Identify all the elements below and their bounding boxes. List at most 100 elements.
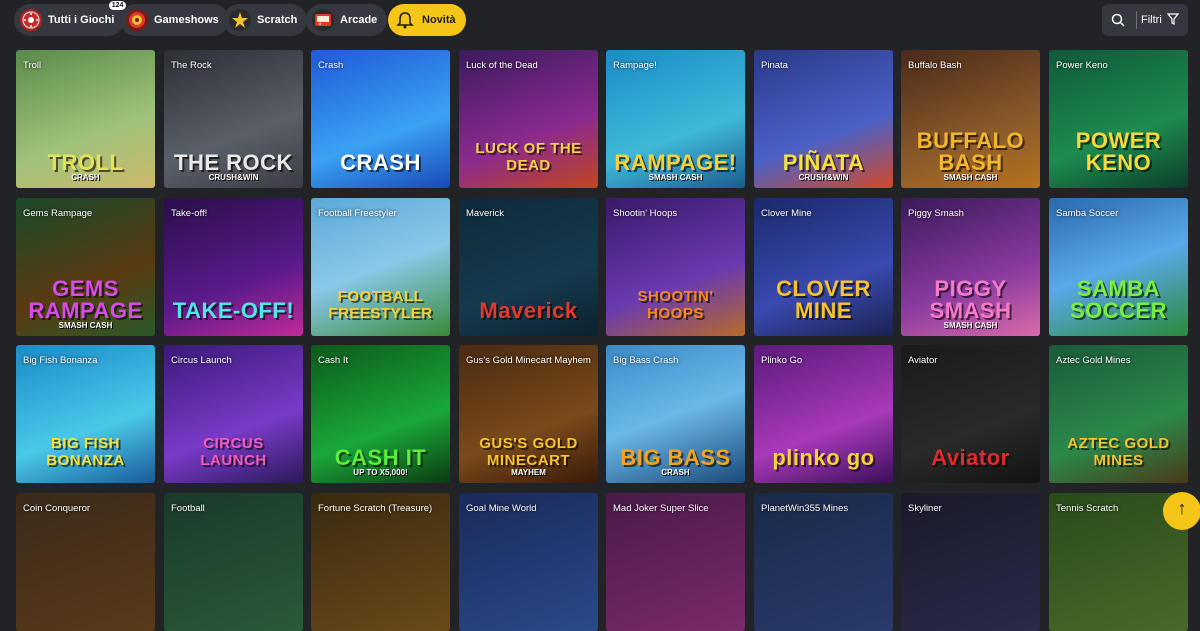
game-logo-subtitle: CRUSH&WIN	[208, 173, 259, 182]
game-title: Goal Mine World	[466, 503, 537, 514]
game-title: Troll	[23, 60, 42, 71]
game-title: Big Fish Bonanza	[23, 355, 98, 366]
game-tile[interactable]: Aviator Aviator	[901, 345, 1040, 483]
game-title: Skyliner	[908, 503, 942, 514]
game-tile[interactable]: Skyliner	[901, 493, 1040, 631]
game-logo-subtitle: SMASH CASH	[943, 321, 998, 330]
game-tile[interactable]: Samba Soccer SAMBA SOCCER	[1049, 198, 1188, 336]
game-tile[interactable]: Gus's Gold Minecart Mayhem GUS'S GOLD MIN…	[459, 345, 598, 483]
game-logo: BUFFALO BASH	[916, 128, 1025, 175]
category-label: Tutti i Giochi	[48, 14, 115, 26]
game-tile[interactable]: Take-off! TAKE-OFF!	[164, 198, 303, 336]
game-title: Gus's Gold Minecart Mayhem	[466, 355, 591, 366]
game-title: Football Freestyler	[318, 208, 397, 219]
game-title: Mad Joker Super Slice	[613, 503, 709, 514]
game-title: Samba Soccer	[1056, 208, 1119, 219]
game-logo: THE ROCK	[174, 150, 293, 175]
game-title: Coin Conqueror	[23, 503, 91, 514]
game-tile[interactable]: Mad Joker Super Slice	[606, 493, 745, 631]
divider	[1136, 11, 1137, 29]
game-logo: BIG BASS	[620, 445, 731, 470]
category-arcade[interactable]: Arcade	[306, 4, 388, 36]
game-title: Power Keno	[1056, 60, 1108, 71]
game-tile[interactable]: Football	[164, 493, 303, 631]
game-tile[interactable]: Maverick Maverick	[459, 198, 598, 336]
game-tile[interactable]: Buffalo Bash BUFFALO BASH SMASH CASH	[901, 50, 1040, 188]
game-logo: PIGGY SMASH	[929, 276, 1012, 323]
arcade-icon	[312, 9, 334, 31]
category-gameshows[interactable]: Gameshows	[120, 4, 229, 36]
game-title: Plinko Go	[761, 355, 803, 366]
game-tile[interactable]: Troll TROLL CRASH	[16, 50, 155, 188]
game-tile[interactable]: Clover Mine CLOVER MINE	[754, 198, 893, 336]
game-logo-subtitle: SMASH CASH	[648, 173, 703, 182]
game-tile[interactable]: Football Freestyler FOOTBALL FREESTYLER	[311, 198, 450, 336]
game-tile[interactable]: Big Fish Bonanza BIG FISH BONANZA	[16, 345, 155, 483]
star-icon	[229, 9, 251, 31]
category-new[interactable]: Novità	[388, 4, 466, 36]
game-logo-subtitle: MAYHEM	[511, 468, 546, 477]
category-bar: Tutti i Giochi 124 Gameshows Scratch Arc…	[0, 0, 1200, 40]
scroll-to-top-button[interactable]: ↑	[1163, 492, 1200, 530]
game-logo: Maverick	[479, 298, 578, 323]
game-tile[interactable]: Cash It CASH IT UP TO X5,000!	[311, 345, 450, 483]
game-title: Football	[171, 503, 205, 514]
filters-button[interactable]: Filtri	[1141, 14, 1162, 26]
game-logo: Aviator	[931, 445, 1010, 470]
game-logo: SAMBA SOCCER	[1069, 276, 1168, 323]
game-tile[interactable]: Crash CRASH	[311, 50, 450, 188]
game-logo: plinko go	[772, 445, 875, 470]
game-tile[interactable]: Power Keno POWER KENO	[1049, 50, 1188, 188]
game-logo: GUS'S GOLD MINECART	[479, 435, 578, 469]
game-logo: TROLL	[47, 150, 124, 175]
game-logo: CLOVER MINE	[776, 276, 871, 323]
game-tile[interactable]: Aztec Gold Mines AZTEC GOLD MINES	[1049, 345, 1188, 483]
game-logo-subtitle: CRUSH&WIN	[798, 173, 849, 182]
game-tile[interactable]: Plinko Go plinko go	[754, 345, 893, 483]
filter-bar: Filtri	[1102, 4, 1188, 36]
funnel-icon[interactable]	[1166, 12, 1180, 28]
game-logo: CRASH	[340, 150, 421, 175]
game-tile[interactable]: Coin Conqueror	[16, 493, 155, 631]
category-label: Novità	[422, 14, 456, 26]
game-title: Cash It	[318, 355, 349, 366]
game-tile[interactable]: Big Bass Crash BIG BASS CRASH	[606, 345, 745, 483]
game-title: Buffalo Bash	[908, 60, 962, 71]
game-logo-subtitle: UP TO X5,000!	[353, 468, 408, 477]
arrow-up-icon: ↑	[1177, 498, 1187, 518]
category-all-games[interactable]: Tutti i Giochi 124	[14, 1, 127, 36]
game-logo: BIG FISH BONANZA	[46, 435, 125, 469]
game-title: Clover Mine	[761, 208, 812, 219]
category-label: Arcade	[340, 14, 378, 26]
game-title: The Rock	[171, 60, 212, 71]
category-scratch[interactable]: Scratch	[223, 4, 308, 36]
game-logo-subtitle: SMASH CASH	[943, 173, 998, 182]
game-title: Aztec Gold Mines	[1056, 355, 1131, 366]
game-tile[interactable]: Goal Mine World	[459, 493, 598, 631]
game-tile[interactable]: Pinata PIÑATA CRUSH&WIN	[754, 50, 893, 188]
game-tile[interactable]: The Rock THE ROCK CRUSH&WIN	[164, 50, 303, 188]
game-tile[interactable]: Fortune Scratch (Treasure)	[311, 493, 450, 631]
game-logo: LUCK OF THE DEAD	[475, 140, 582, 174]
game-logo: SHOOTIN' HOOPS	[637, 288, 714, 322]
game-tile[interactable]: PlanetWin355 Mines	[754, 493, 893, 631]
search-icon[interactable]	[1102, 4, 1134, 36]
game-title: Rampage!	[613, 60, 657, 71]
game-tile[interactable]: Piggy Smash PIGGY SMASH SMASH CASH	[901, 198, 1040, 336]
game-tile[interactable]: Circus Launch CIRCUS LAUNCH	[164, 345, 303, 483]
game-title: Pinata	[761, 60, 788, 71]
game-title: Maverick	[466, 208, 505, 219]
game-logo: CIRCUS LAUNCH	[200, 435, 267, 469]
game-logo: PIÑATA	[782, 150, 865, 175]
game-logo: POWER KENO	[1075, 128, 1162, 175]
game-tile[interactable]: Rampage! RAMPAGE! SMASH CASH	[606, 50, 745, 188]
game-title: Gems Rampage	[23, 208, 93, 219]
game-tile[interactable]: Gems Rampage GEMS RAMPAGE SMASH CASH	[16, 198, 155, 336]
game-title: Fortune Scratch (Treasure)	[318, 503, 433, 514]
game-logo: TAKE-OFF!	[172, 298, 295, 323]
game-logo: RAMPAGE!	[614, 150, 737, 175]
game-logo-subtitle: CRASH	[661, 468, 690, 477]
game-tile[interactable]: Shootin' Hoops SHOOTIN' HOOPS	[606, 198, 745, 336]
game-tile[interactable]: Luck of the Dead LUCK OF THE DEAD	[459, 50, 598, 188]
game-title: Crash	[318, 60, 344, 71]
